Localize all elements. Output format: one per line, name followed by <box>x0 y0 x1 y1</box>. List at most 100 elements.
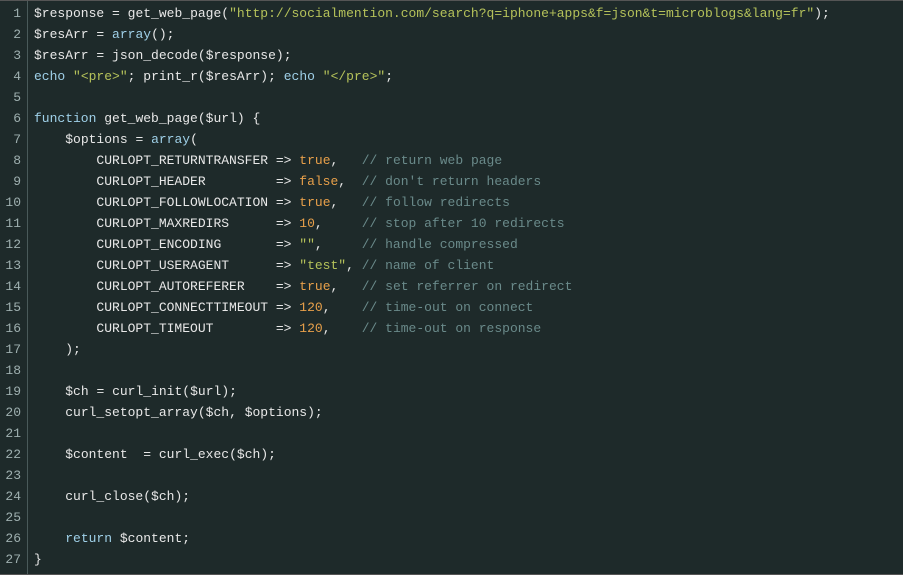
code-line[interactable] <box>34 360 903 381</box>
line-number: 6 <box>2 108 21 129</box>
code-line[interactable]: function get_web_page($url) { <box>34 108 903 129</box>
token-op: => <box>276 300 292 315</box>
token-kw: echo <box>34 69 65 84</box>
line-number: 9 <box>2 171 21 192</box>
token-plain <box>34 300 96 315</box>
token-plain <box>34 342 65 357</box>
token-call: curl_init <box>112 384 182 399</box>
token-var: $response <box>206 48 276 63</box>
line-number: 26 <box>2 528 21 549</box>
token-punc: ; <box>73 342 81 357</box>
token-plain <box>268 153 276 168</box>
token-bool: true <box>299 279 330 294</box>
code-line[interactable] <box>34 507 903 528</box>
code-line[interactable]: CURLOPT_RETURNTRANSFER => true, // retur… <box>34 150 903 171</box>
token-plain <box>34 216 96 231</box>
token-str: "</pre>" <box>323 69 385 84</box>
token-cmt: // stop after 10 redirects <box>362 216 565 231</box>
line-number: 7 <box>2 129 21 150</box>
token-call: print_r <box>143 69 198 84</box>
token-var: $options <box>65 132 127 147</box>
code-line[interactable] <box>34 87 903 108</box>
token-punc: ; <box>822 6 830 21</box>
code-line[interactable]: $options = array( <box>34 129 903 150</box>
code-line[interactable]: ); <box>34 339 903 360</box>
line-number: 24 <box>2 486 21 507</box>
token-op: = <box>112 6 120 21</box>
token-punc: , <box>229 405 237 420</box>
token-str: "test" <box>299 258 346 273</box>
token-punc: ( <box>143 489 151 504</box>
token-plain <box>323 216 362 231</box>
code-line[interactable] <box>34 465 903 486</box>
token-call: get_web_page <box>128 6 222 21</box>
code-line[interactable]: CURLOPT_ENCODING => "", // handle compre… <box>34 234 903 255</box>
code-line[interactable]: $ch = curl_init($url); <box>34 381 903 402</box>
token-const: CURLOPT_FOLLOWLOCATION <box>96 195 268 210</box>
token-plain <box>151 447 159 462</box>
token-op: => <box>276 321 292 336</box>
code-line[interactable]: CURLOPT_MAXREDIRS => 10, // stop after 1… <box>34 213 903 234</box>
token-const: CURLOPT_TIMEOUT <box>96 321 213 336</box>
token-cmt: // time-out on connect <box>362 300 534 315</box>
line-number: 20 <box>2 402 21 423</box>
token-fn: get_web_page <box>104 111 198 126</box>
code-line[interactable]: CURLOPT_TIMEOUT => 120, // time-out on r… <box>34 318 903 339</box>
token-punc: ) <box>260 447 268 462</box>
token-var: $resArr <box>34 27 89 42</box>
token-kw: function <box>34 111 96 126</box>
code-line[interactable]: $resArr = json_decode($response); <box>34 45 903 66</box>
token-plain <box>34 237 96 252</box>
code-line[interactable]: $content = curl_exec($ch); <box>34 444 903 465</box>
token-plain <box>34 447 65 462</box>
token-punc: ; <box>284 48 292 63</box>
token-plain <box>276 69 284 84</box>
token-plain <box>346 174 362 189</box>
code-line[interactable]: curl_close($ch); <box>34 486 903 507</box>
code-line[interactable]: CURLOPT_CONNECTTIMEOUT => 120, // time-o… <box>34 297 903 318</box>
token-var: $resArr <box>206 69 261 84</box>
token-plain <box>338 195 361 210</box>
token-plain <box>120 6 128 21</box>
token-punc: ; <box>182 531 190 546</box>
line-number: 27 <box>2 549 21 570</box>
code-line[interactable]: return $content; <box>34 528 903 549</box>
token-punc: ( <box>229 447 237 462</box>
code-line[interactable]: CURLOPT_USERAGENT => "test", // name of … <box>34 255 903 276</box>
code-line[interactable]: CURLOPT_FOLLOWLOCATION => true, // follo… <box>34 192 903 213</box>
code-line[interactable]: $response = get_web_page("http://socialm… <box>34 3 903 24</box>
code-editor[interactable]: 1234567891011121314151617181920212223242… <box>0 1 903 574</box>
code-area[interactable]: $response = get_web_page("http://socialm… <box>28 1 903 574</box>
token-op: => <box>276 174 292 189</box>
token-op: => <box>276 216 292 231</box>
token-punc: , <box>338 174 346 189</box>
token-cmt: // handle compressed <box>362 237 518 252</box>
line-number-gutter: 1234567891011121314151617181920212223242… <box>0 1 28 574</box>
token-var: $url <box>206 111 237 126</box>
token-punc: ; <box>167 27 175 42</box>
token-op: = <box>143 447 151 462</box>
code-line[interactable]: CURLOPT_AUTOREFERER => true, // set refe… <box>34 276 903 297</box>
code-line[interactable]: } <box>34 549 903 570</box>
code-line[interactable]: CURLOPT_HEADER => false, // don't return… <box>34 171 903 192</box>
code-line[interactable]: $resArr = array(); <box>34 24 903 45</box>
token-var: $ch <box>206 405 229 420</box>
line-number: 21 <box>2 423 21 444</box>
token-plain <box>34 405 65 420</box>
token-plain <box>229 216 276 231</box>
line-number: 5 <box>2 87 21 108</box>
token-punc: ; <box>385 69 393 84</box>
code-line[interactable] <box>34 423 903 444</box>
token-plain <box>354 258 362 273</box>
code-line[interactable]: echo "<pre>"; print_r($resArr); echo "</… <box>34 66 903 87</box>
token-plain <box>338 279 361 294</box>
code-line[interactable]: curl_setopt_array($ch, $options); <box>34 402 903 423</box>
token-plain <box>268 300 276 315</box>
token-var: $ch <box>65 384 88 399</box>
token-plain <box>65 69 73 84</box>
token-plain <box>268 195 276 210</box>
token-var: $resArr <box>34 48 89 63</box>
token-const: CURLOPT_USERAGENT <box>96 258 229 273</box>
token-op: => <box>276 258 292 273</box>
line-number: 25 <box>2 507 21 528</box>
